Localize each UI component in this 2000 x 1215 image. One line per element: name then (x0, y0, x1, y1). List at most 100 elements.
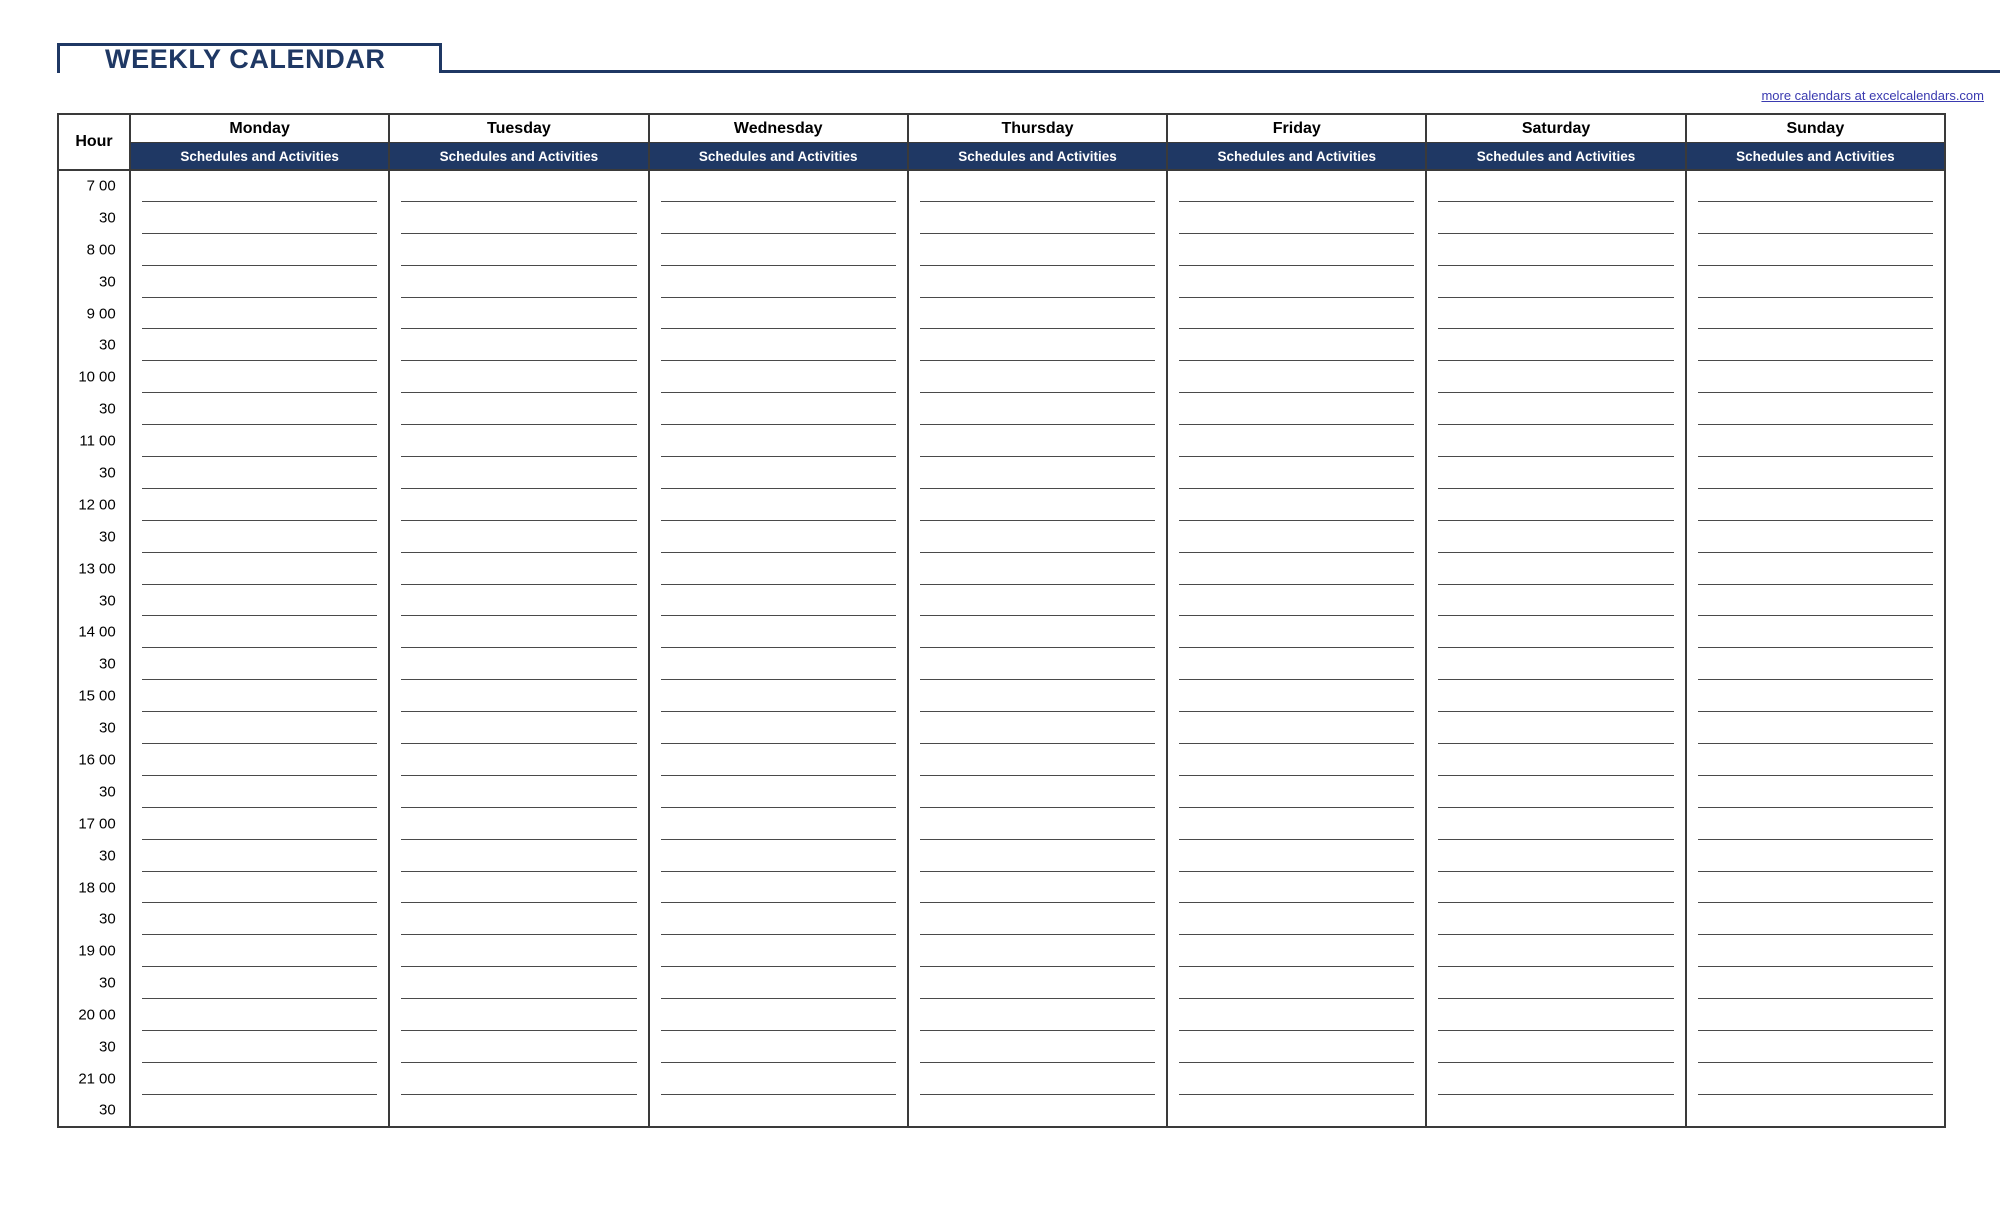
schedule-entry-cell[interactable] (128, 967, 391, 1000)
schedule-entry-cell[interactable] (1166, 584, 1428, 617)
schedule-entry-cell[interactable] (388, 1094, 650, 1128)
schedule-entry-cell[interactable] (906, 201, 1169, 234)
schedule-entry-cell[interactable] (128, 775, 391, 808)
schedule-entry-cell[interactable] (388, 170, 650, 202)
schedule-entry-cell[interactable] (128, 233, 391, 266)
schedule-entry-cell[interactable] (1166, 871, 1428, 904)
schedule-entry-cell[interactable] (906, 457, 1169, 489)
schedule-entry-cell[interactable] (388, 616, 650, 649)
schedule-entry-cell[interactable] (647, 903, 909, 936)
schedule-entry-cell[interactable] (128, 584, 391, 617)
schedule-entry-cell[interactable] (1684, 999, 1947, 1032)
schedule-entry-cell[interactable] (647, 584, 909, 617)
schedule-entry-cell[interactable] (647, 1094, 909, 1128)
schedule-entry-cell[interactable] (1684, 775, 1947, 808)
schedule-entry-cell[interactable] (906, 170, 1169, 202)
schedule-entry-cell[interactable] (1425, 839, 1687, 872)
schedule-entry-cell[interactable] (647, 457, 909, 489)
schedule-entry-cell[interactable] (128, 361, 391, 394)
schedule-entry-cell[interactable] (388, 297, 650, 330)
schedule-entry-cell[interactable] (1166, 744, 1428, 776)
schedule-entry-cell[interactable] (128, 839, 391, 872)
schedule-entry-cell[interactable] (647, 967, 909, 1000)
schedule-entry-cell[interactable] (1425, 967, 1687, 1000)
schedule-entry-cell[interactable] (906, 839, 1169, 872)
schedule-entry-cell[interactable] (906, 297, 1169, 330)
schedule-entry-cell[interactable] (388, 648, 650, 681)
schedule-entry-cell[interactable] (388, 935, 650, 968)
schedule-entry-cell[interactable] (388, 425, 650, 458)
schedule-entry-cell[interactable] (906, 584, 1169, 617)
schedule-entry-cell[interactable] (906, 520, 1169, 553)
schedule-entry-cell[interactable] (128, 935, 391, 968)
schedule-entry-cell[interactable] (647, 744, 909, 776)
schedule-entry-cell[interactable] (906, 488, 1169, 521)
schedule-entry-cell[interactable] (1684, 265, 1947, 298)
schedule-entry-cell[interactable] (388, 584, 650, 617)
schedule-entry-cell[interactable] (1425, 775, 1687, 808)
schedule-entry-cell[interactable] (1425, 584, 1687, 617)
schedule-entry-cell[interactable] (1684, 744, 1947, 776)
schedule-entry-cell[interactable] (1684, 361, 1947, 394)
schedule-entry-cell[interactable] (647, 648, 909, 681)
schedule-entry-cell[interactable] (1166, 170, 1428, 202)
schedule-entry-cell[interactable] (388, 265, 650, 298)
schedule-entry-cell[interactable] (128, 871, 391, 904)
schedule-entry-cell[interactable] (128, 457, 391, 489)
schedule-entry-cell[interactable] (647, 935, 909, 968)
schedule-entry-cell[interactable] (128, 616, 391, 649)
schedule-entry-cell[interactable] (1425, 201, 1687, 234)
schedule-entry-cell[interactable] (1166, 775, 1428, 808)
schedule-entry-cell[interactable] (647, 807, 909, 840)
schedule-entry-cell[interactable] (388, 744, 650, 776)
schedule-entry-cell[interactable] (1684, 552, 1947, 585)
schedule-entry-cell[interactable] (1684, 648, 1947, 681)
schedule-entry-cell[interactable] (1684, 520, 1947, 553)
schedule-entry-cell[interactable] (1425, 233, 1687, 266)
schedule-entry-cell[interactable] (906, 775, 1169, 808)
schedule-entry-cell[interactable] (647, 170, 909, 202)
schedule-entry-cell[interactable] (1425, 265, 1687, 298)
schedule-entry-cell[interactable] (1684, 393, 1947, 426)
schedule-entry-cell[interactable] (1425, 552, 1687, 585)
schedule-entry-cell[interactable] (1425, 361, 1687, 394)
schedule-entry-cell[interactable] (388, 999, 650, 1032)
schedule-entry-cell[interactable] (1166, 361, 1428, 394)
schedule-entry-cell[interactable] (388, 775, 650, 808)
schedule-entry-cell[interactable] (128, 297, 391, 330)
schedule-entry-cell[interactable] (1425, 393, 1687, 426)
schedule-entry-cell[interactable] (647, 520, 909, 553)
schedule-entry-cell[interactable] (647, 297, 909, 330)
schedule-entry-cell[interactable] (1166, 297, 1428, 330)
schedule-entry-cell[interactable] (647, 1062, 909, 1095)
schedule-entry-cell[interactable] (1684, 839, 1947, 872)
promo-link[interactable]: more calendars at excelcalendars.com (1761, 88, 1984, 103)
schedule-entry-cell[interactable] (1684, 935, 1947, 968)
schedule-entry-cell[interactable] (128, 552, 391, 585)
schedule-entry-cell[interactable] (1425, 520, 1687, 553)
schedule-entry-cell[interactable] (1425, 935, 1687, 968)
schedule-entry-cell[interactable] (388, 903, 650, 936)
schedule-entry-cell[interactable] (388, 680, 650, 713)
schedule-entry-cell[interactable] (1684, 903, 1947, 936)
schedule-entry-cell[interactable] (906, 648, 1169, 681)
schedule-entry-cell[interactable] (647, 329, 909, 362)
schedule-entry-cell[interactable] (128, 170, 391, 202)
schedule-entry-cell[interactable] (1166, 393, 1428, 426)
schedule-entry-cell[interactable] (906, 935, 1169, 968)
schedule-entry-cell[interactable] (1425, 744, 1687, 776)
schedule-entry-cell[interactable] (388, 871, 650, 904)
schedule-entry-cell[interactable] (388, 552, 650, 585)
schedule-entry-cell[interactable] (1166, 807, 1428, 840)
schedule-entry-cell[interactable] (1684, 425, 1947, 458)
schedule-entry-cell[interactable] (1166, 233, 1428, 266)
schedule-entry-cell[interactable] (1684, 1094, 1947, 1128)
schedule-entry-cell[interactable] (647, 1031, 909, 1063)
schedule-entry-cell[interactable] (128, 744, 391, 776)
schedule-entry-cell[interactable] (647, 488, 909, 521)
schedule-entry-cell[interactable] (647, 265, 909, 298)
schedule-entry-cell[interactable] (1425, 648, 1687, 681)
schedule-entry-cell[interactable] (1684, 807, 1947, 840)
schedule-entry-cell[interactable] (388, 839, 650, 872)
schedule-entry-cell[interactable] (647, 999, 909, 1032)
